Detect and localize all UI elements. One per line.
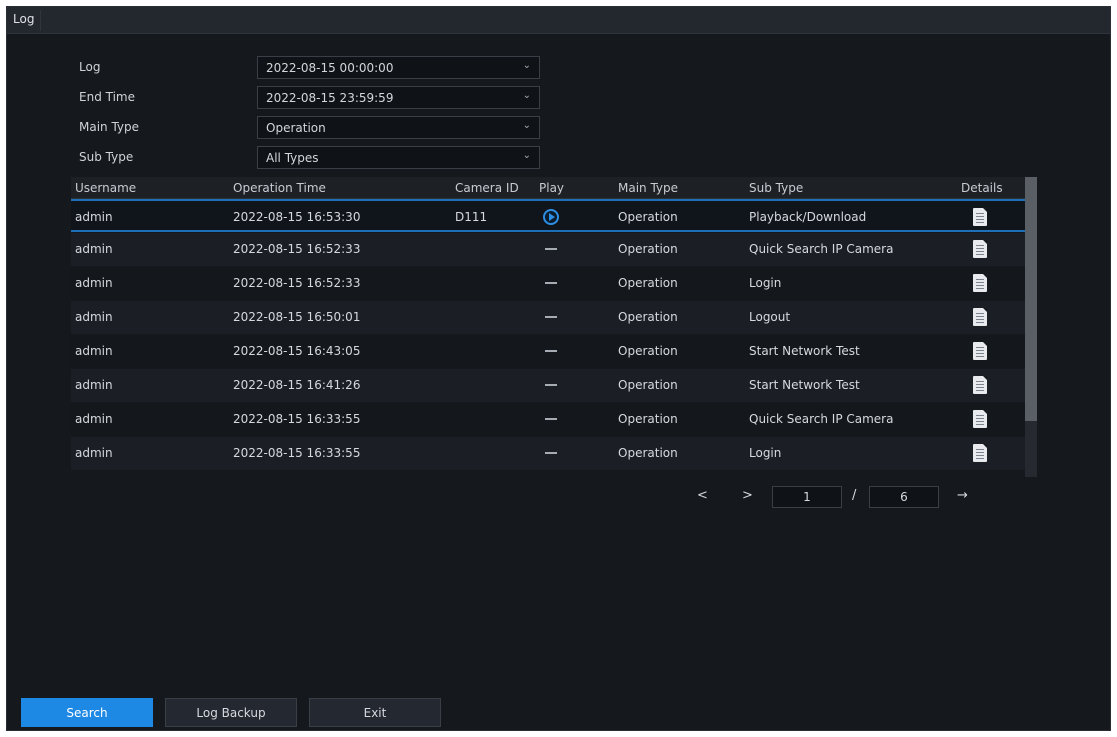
main-type-label: Main Type [79,120,140,134]
cell-sub-type: Playback/Download [749,210,867,224]
cell-operation-time: 2022-08-15 16:33:55 [233,412,361,426]
start-time-value: 2022-08-15 00:00:00 [266,61,394,75]
cell-sub-type: Login [749,276,782,290]
chevron-down-icon: ⌄ [522,60,531,71]
cell-operation-time: 2022-08-15 16:52:33 [233,242,361,256]
header-operation-time: Operation Time [233,181,326,195]
header-camera-id: Camera ID [455,181,519,195]
table-row[interactable]: admin 2022-08-15 16:53:30 D111 Operation Pla… [71,199,1025,232]
header-main-type: Main Type [618,181,679,195]
play-unavailable-dash [545,282,557,284]
total-pages: 6 [869,486,939,508]
header-username: Username [75,181,137,195]
header-play: Play [539,181,565,195]
table-row[interactable]: admin 2022-08-15 16:41:26 Operation Start N… [71,369,1025,402]
document-icon[interactable] [973,308,987,326]
document-icon[interactable] [973,342,987,360]
main-type-select[interactable]: Operation ⌄ [257,116,540,139]
table-row[interactable]: admin 2022-08-15 16:52:33 Operation Quick S… [71,233,1025,266]
page-separator: / [852,488,857,503]
end-time-label: End Time [79,90,135,104]
scrollbar-thumb[interactable] [1025,177,1037,421]
cell-sub-type: Start Network Test [749,378,860,392]
prev-page-button[interactable]: < [697,488,708,503]
end-time-value: 2022-08-15 23:59:59 [266,91,394,105]
cell-main-type: Operation [618,310,678,324]
play-unavailable-dash [545,452,557,454]
cell-username: admin [75,310,113,324]
log-table: Username Operation Time Camera ID Play M… [71,177,1039,477]
cell-operation-time: 2022-08-15 16:50:01 [233,310,361,324]
play-unavailable-dash [545,384,557,386]
cell-username: admin [75,344,113,358]
sub-type-label: Sub Type [79,150,134,164]
cell-username: admin [75,242,113,256]
cell-username: admin [75,378,113,392]
sub-type-select[interactable]: All Types ⌄ [257,146,540,169]
cell-operation-time: 2022-08-15 16:43:05 [233,344,361,358]
header-sub-type: Sub Type [749,181,804,195]
cell-operation-time: 2022-08-15 16:53:30 [233,210,361,224]
document-icon[interactable] [973,208,987,226]
end-time-select[interactable]: 2022-08-15 23:59:59 ⌄ [257,86,540,109]
play-unavailable-dash [545,316,557,318]
cell-main-type: Operation [618,412,678,426]
cell-main-type: Operation [618,378,678,392]
table-row[interactable]: admin 2022-08-15 16:33:55 Operation Quick S… [71,403,1025,436]
play-unavailable-dash [545,418,557,420]
window-title: Log [7,10,42,31]
cell-username: admin [75,210,113,224]
sub-type-value: All Types [266,151,319,165]
chevron-down-icon: ⌄ [522,150,531,161]
cell-sub-type: Logout [749,310,791,324]
cell-sub-type: Start Network Test [749,344,860,358]
cell-operation-time: 2022-08-15 16:41:26 [233,378,361,392]
cell-username: admin [75,446,113,460]
go-page-button[interactable]: → [957,488,968,503]
search-button[interactable]: Search [21,698,153,727]
document-icon[interactable] [973,240,987,258]
cell-main-type: Operation [618,210,678,224]
log-backup-button[interactable]: Log Backup [165,698,297,727]
title-bar: Log [7,7,1110,34]
next-page-button[interactable]: > [742,488,753,503]
cell-sub-type: Login [749,446,782,460]
cell-main-type: Operation [618,446,678,460]
document-icon[interactable] [973,274,987,292]
cell-camera-id: D111 [455,210,488,224]
cell-main-type: Operation [618,344,678,358]
log-window: Log Log 2022-08-15 00:00:00 ⌄ End Time 2… [6,6,1111,731]
table-row[interactable]: admin 2022-08-15 16:50:01 Operation Logout [71,301,1025,334]
cell-username: admin [75,276,113,290]
cell-operation-time: 2022-08-15 16:33:55 [233,446,361,460]
play-unavailable-dash [545,248,557,250]
table-row[interactable]: admin 2022-08-15 16:33:55 Operation Login [71,437,1025,470]
header-details: Details [961,181,1003,195]
document-icon[interactable] [973,376,987,394]
table-header: Username Operation Time Camera ID Play M… [71,177,1025,199]
exit-button[interactable]: Exit [309,698,441,727]
main-type-value: Operation [266,121,326,135]
cell-username: admin [75,412,113,426]
log-label: Log [79,60,101,74]
current-page-input[interactable]: 1 [772,486,842,508]
cell-sub-type: Quick Search IP Camera [749,242,894,256]
chevron-down-icon: ⌄ [522,120,531,131]
chevron-down-icon: ⌄ [522,90,531,101]
play-icon[interactable] [543,209,559,225]
cell-operation-time: 2022-08-15 16:52:33 [233,276,361,290]
document-icon[interactable] [973,444,987,462]
cell-main-type: Operation [618,276,678,290]
play-unavailable-dash [545,350,557,352]
cell-sub-type: Quick Search IP Camera [749,412,894,426]
scrollbar[interactable] [1025,177,1037,477]
start-time-select[interactable]: 2022-08-15 00:00:00 ⌄ [257,56,540,79]
table-row[interactable]: admin 2022-08-15 16:52:33 Operation Login [71,267,1025,300]
table-row[interactable]: admin 2022-08-15 16:43:05 Operation Start N… [71,335,1025,368]
cell-main-type: Operation [618,242,678,256]
document-icon[interactable] [973,410,987,428]
